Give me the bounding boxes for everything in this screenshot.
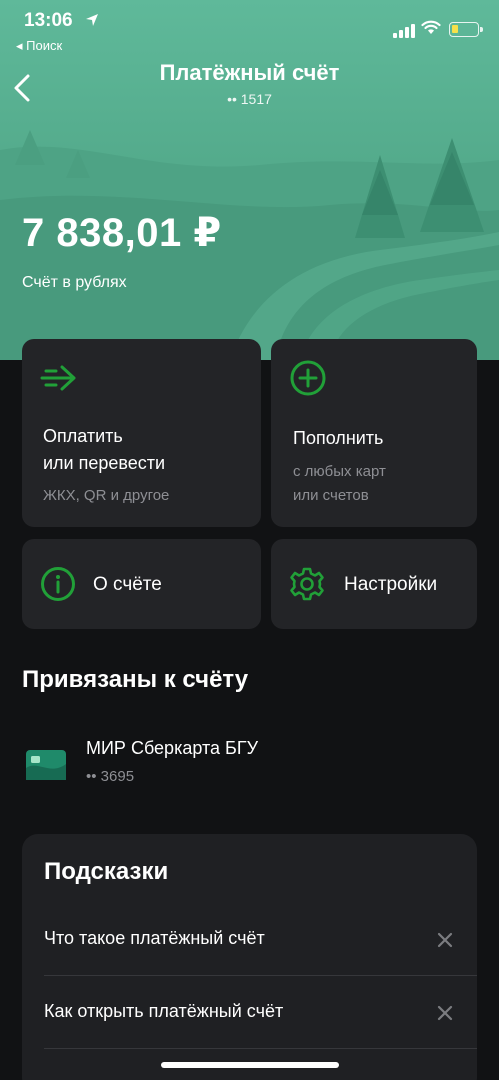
status-bar: 13:06 ◂ Поиск [0, 0, 499, 56]
tip-item[interactable]: Как открыть платёжный счёт [44, 977, 477, 1049]
linked-card-item[interactable]: МИР Сберкарта БГУ •• 3695 [22, 730, 477, 800]
account-header-banner: 13:06 ◂ Поиск Платёжный счёт •• 1517 7 8… [0, 0, 499, 360]
bank-card-icon [26, 750, 66, 780]
about-account-label: О счёте [93, 574, 162, 595]
divider [44, 1048, 477, 1049]
divider [44, 975, 477, 976]
tips-heading: Подсказки [44, 858, 169, 885]
tip-text: Что такое платёжный счёт [44, 928, 265, 948]
location-arrow-icon [86, 14, 98, 26]
tip-text: Как открыть платёжный счёт [44, 1001, 284, 1021]
home-indicator[interactable] [161, 1062, 339, 1068]
arrow-right-icon [40, 365, 76, 391]
linked-card-mask: •• 3695 [86, 768, 135, 785]
account-balance: 7 838,01 ₽ [22, 211, 222, 255]
about-account-button[interactable]: О счёте [22, 539, 261, 629]
wifi-icon [421, 20, 441, 34]
top-up-card[interactable]: Пополнить с любых карт или счетов [271, 339, 477, 527]
pay-title-line1: Оплатить [43, 426, 123, 446]
status-time: 13:06 [24, 10, 73, 31]
info-icon [41, 567, 75, 601]
account-currency-caption: Счёт в рублях [22, 274, 127, 291]
linked-cards-heading: Привязаны к счёту [22, 666, 249, 693]
pay-or-transfer-card[interactable]: Оплатить или перевести ЖКХ, QR и другое [22, 339, 261, 527]
plus-circle-icon [290, 360, 326, 396]
pay-subtitle: ЖКХ, QR и другое [43, 487, 170, 504]
gear-icon [290, 567, 324, 601]
linked-card-name: МИР Сберкарта БГУ [86, 738, 259, 758]
page-title: Платёжный счёт [159, 60, 340, 85]
top-up-subtitle-line1: с любых карт [293, 463, 386, 480]
close-icon[interactable] [435, 930, 455, 950]
settings-label: Настройки [344, 574, 438, 595]
account-number-mask: •• 1517 [227, 91, 272, 107]
back-to-app-link[interactable]: ◂ Поиск [16, 38, 62, 54]
pay-title-line2: или перевести [43, 453, 166, 473]
settings-button[interactable]: Настройки [271, 539, 477, 629]
top-up-title: Пополнить [293, 428, 384, 448]
tip-item[interactable]: Что такое платёжный счёт [44, 904, 477, 976]
cellular-signal-icon [393, 24, 415, 38]
tips-panel: Подсказки Что такое платёжный счёт Как о… [22, 834, 477, 1080]
top-up-subtitle-line2: или счетов [293, 487, 369, 504]
battery-icon [449, 22, 483, 37]
close-icon[interactable] [435, 1003, 455, 1023]
